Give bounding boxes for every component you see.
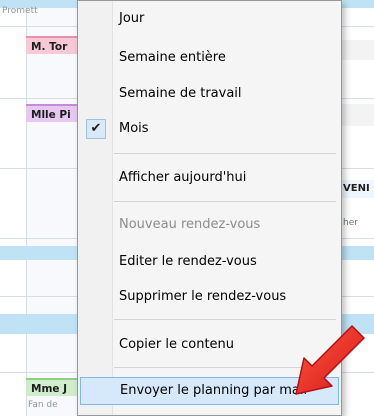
menu-item-supprimer-rendez-vous[interactable]: Supprimer le rendez-vous [80, 284, 339, 310]
appointment-snippet: Promett [2, 6, 38, 16]
menu-item-label: Supprimer le rendez-vous [119, 289, 287, 304]
calendar-day-column [26, 0, 79, 416]
grid-line [26, 0, 27, 416]
menu-item-semaine-entiere[interactable]: Semaine entière [80, 45, 339, 71]
menu-separator [114, 153, 336, 154]
menu-item-label: Nouveau rendez-vous [119, 217, 261, 232]
menu-item-label: Semaine entière [119, 50, 226, 65]
menu-separator [114, 201, 336, 202]
menu-item-mois[interactable]: ✔ Mois [80, 116, 339, 142]
red-arrow-icon [295, 325, 365, 395]
appointment-block[interactable]: Mlle Pi [26, 104, 78, 122]
calendar-side-cell [341, 40, 374, 60]
checkmark-icon: ✔ [86, 119, 106, 139]
menu-item-nouveau-rendez-vous[interactable]: Nouveau rendez-vous [80, 212, 339, 238]
menu-item-jour[interactable]: Jour [80, 6, 339, 32]
menu-item-label: Semaine de travail [119, 86, 242, 101]
appointment-block[interactable]: Mme J [26, 378, 78, 396]
menu-item-editer-rendez-vous[interactable]: Editer le rendez-vous [80, 249, 339, 275]
menu-item-afficher-aujourdhui[interactable]: Afficher aujourd'hui [80, 165, 339, 191]
appointment-label[interactable]: VENI [341, 180, 374, 198]
calendar-side-cell [341, 104, 374, 126]
menu-item-semaine-de-travail[interactable]: Semaine de travail [80, 81, 339, 107]
menu-item-label: Mois [119, 121, 149, 136]
menu-item-label: Envoyer le planning par mail [120, 383, 308, 398]
menu-item-label: Jour [119, 11, 145, 26]
appointment-block[interactable]: M. Tor [26, 36, 78, 54]
appointment-snippet: Fan de [28, 400, 58, 410]
appointment-label: Mlle Pi [31, 109, 71, 121]
menu-item-label: Copier le contenu [119, 337, 235, 352]
appointment-label: M. Tor [31, 41, 68, 53]
appointment-snippet: her [343, 218, 358, 228]
menu-item-label: Editer le rendez-vous [119, 254, 257, 269]
menu-item-label: Afficher aujourd'hui [119, 170, 247, 185]
appointment-label: Mme J [31, 383, 68, 395]
